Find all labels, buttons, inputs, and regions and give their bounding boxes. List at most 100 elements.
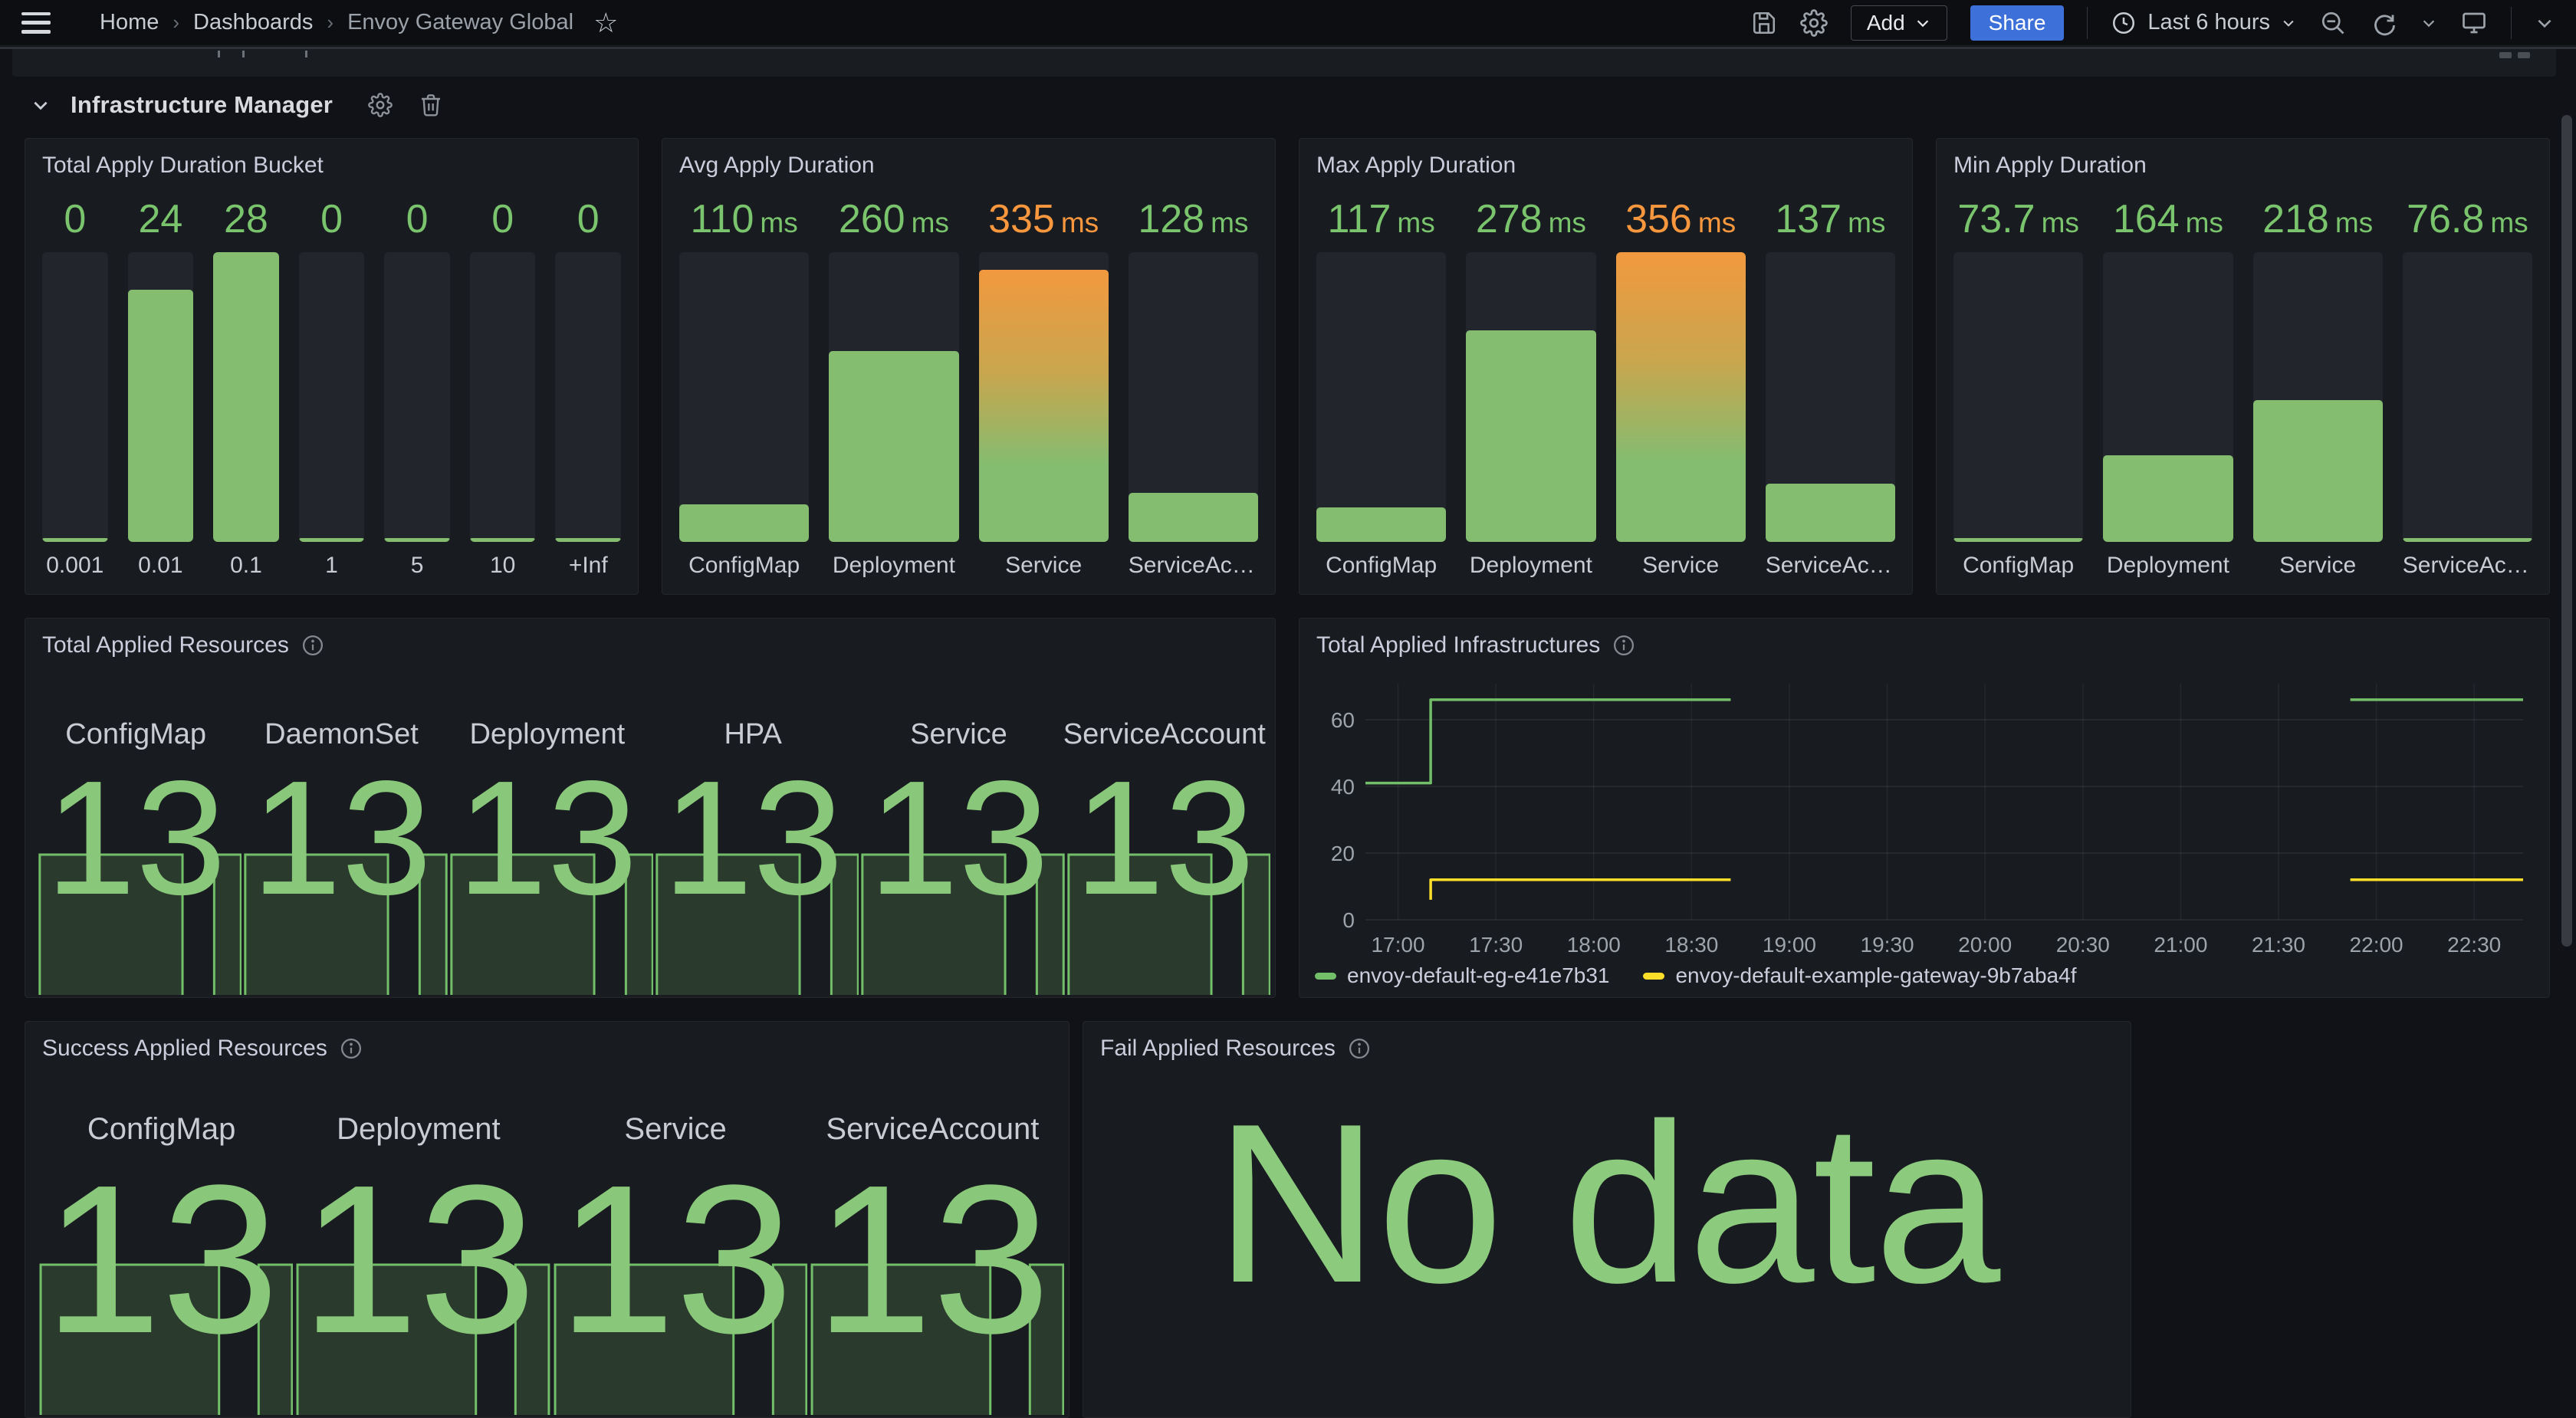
resize-handle[interactable] (2499, 52, 2512, 58)
breadcrumb-separator: › (327, 11, 334, 34)
time-range-picker[interactable]: Last 6 hours (2111, 10, 2296, 36)
x-tick-label: 17:30 (1469, 933, 1523, 957)
bar-label: Deployment (829, 553, 958, 583)
row-settings-gear-icon[interactable] (368, 93, 393, 117)
panel-avg-apply-duration[interactable]: Avg Apply Duration110msConfigMap260msDep… (662, 138, 1276, 595)
series-line (1365, 700, 1730, 783)
bar-fill (42, 538, 108, 542)
stat-cell-deployment[interactable]: Deployment13 (290, 1068, 547, 1417)
stat-cell-configmap[interactable]: ConfigMap13 (33, 1068, 290, 1417)
resize-handle[interactable] (2518, 52, 2530, 58)
bar-gauge-column[interactable]: 05 (384, 194, 450, 583)
row-header-infrastructure-manager[interactable]: Infrastructure Manager (31, 86, 443, 124)
bar-gauge-column[interactable]: 0+Inf (555, 194, 621, 583)
panel-total-apply-duration-bucket[interactable]: Total Apply Duration Bucket 00.001 240.01 2… (25, 138, 639, 595)
bar-fill (1616, 252, 1746, 542)
add-button[interactable]: Add (1851, 5, 1947, 41)
stat-cell-daemonset[interactable]: DaemonSet13 (238, 665, 444, 997)
bar-gauge-column[interactable]: 356msService (1616, 194, 1746, 583)
bar-track (1129, 252, 1258, 542)
menu-icon[interactable] (21, 12, 51, 34)
time-series-chart[interactable]: 17:0017:3018:0018:3019:0019:3020:0020:30… (1300, 619, 2549, 997)
dashboard-settings-icon[interactable] (1800, 9, 1828, 37)
bar-gauge-column[interactable]: 00.001 (42, 194, 108, 583)
bar-gauge-column[interactable]: 117msConfigMap (1316, 194, 1446, 583)
bar-gauge-column[interactable]: 128ms ServiceAccount (1129, 194, 1258, 583)
bar-track (2103, 252, 2233, 542)
bar-fill (1129, 493, 1258, 542)
stat-value: 13 (547, 1154, 804, 1365)
bar-gauge-column[interactable]: 260msDeployment (829, 194, 958, 583)
scrollbar-thumb[interactable] (2561, 115, 2572, 947)
bar-fill (299, 538, 365, 542)
star-icon[interactable]: ☆ (593, 9, 618, 37)
bar-gauge-column[interactable]: 240.01 (128, 194, 194, 583)
bar-fill (2253, 400, 2383, 542)
panel-title: Total Apply Duration Bucket (42, 153, 324, 179)
collapse-nav-chevron-icon[interactable] (2535, 13, 2555, 33)
tv-mode-icon[interactable] (2460, 9, 2488, 37)
stat-cell-service[interactable]: Service13 (856, 665, 1061, 997)
stat-cell-service[interactable]: Service13 (547, 1068, 804, 1417)
save-dashboard-icon[interactable] (1751, 10, 1777, 36)
stat-cell-deployment[interactable]: Deployment13 (445, 665, 650, 997)
bar-gauge-column[interactable]: 110msConfigMap (679, 194, 809, 583)
bar-label: ServiceAccount (1129, 553, 1258, 583)
bar-gauge-column[interactable]: 76.8msServiceAccount (2403, 194, 2532, 583)
bar-label: ConfigMap (1316, 553, 1446, 583)
refresh-interval-chevron-icon[interactable] (2420, 15, 2437, 31)
refresh-icon[interactable] (2370, 9, 2397, 37)
info-icon[interactable] (340, 1037, 363, 1060)
bar-label: ConfigMap (1953, 553, 2083, 583)
bar-value: 0 (555, 194, 621, 245)
bar-track (1616, 252, 1746, 542)
stat-cell-configmap[interactable]: ConfigMap13 (33, 665, 238, 997)
bar-value: 278ms (1466, 194, 1595, 245)
panel-fail-applied-resources[interactable]: Fail Applied Resources No data (1083, 1021, 2131, 1418)
share-button[interactable]: Share (1970, 5, 2065, 41)
stat-cell-serviceaccount[interactable]: ServiceAccount13 (1062, 665, 1267, 997)
zoom-out-time-icon[interactable] (2319, 9, 2347, 37)
legend-item[interactable]: envoy-default-eg-e41e7b31 (1315, 963, 1609, 988)
bar-gauge-column[interactable]: 280.1 (213, 194, 279, 583)
panel-max-apply-duration[interactable]: Max Apply Duration117msConfigMap278msDep… (1299, 138, 1913, 595)
bar-gauge: 73.7msConfigMap164msDeployment218msServi… (1953, 194, 2532, 583)
bar-value: 128ms (1129, 194, 1258, 245)
bar-gauge: 00.001 240.01 280.1 0105 010 0+Inf (42, 194, 621, 583)
stat-cell-hpa[interactable]: HPA13 (650, 665, 856, 997)
bar-gauge-column[interactable]: 137msServiceAccount (1766, 194, 1895, 583)
bar-gauge-column[interactable]: 278msDeployment (1466, 194, 1595, 583)
bar-label: 0.01 (128, 553, 194, 583)
bar-track (1953, 252, 2083, 542)
legend-item[interactable]: envoy-default-example-gateway-9b7aba4f (1643, 963, 2076, 988)
axis-tick (218, 51, 220, 57)
bar-gauge-column[interactable]: 010 (470, 194, 536, 583)
bar-track (299, 252, 365, 542)
breadcrumb-item[interactable]: Dashboards (193, 10, 313, 35)
panel-total-applied-resources[interactable]: Total Applied ResourcesConfigMap13Daemon… (25, 618, 1276, 998)
panel-total-applied-infrastructures[interactable]: Total Applied Infrastructures 17:0017:30… (1299, 618, 2550, 998)
bar-gauge-column[interactable]: 218msService (2253, 194, 2383, 583)
bar-gauge-column[interactable]: 73.7msConfigMap (1953, 194, 2083, 583)
breadcrumb-item[interactable]: Home (100, 10, 159, 35)
bar-value: 164ms (2103, 194, 2233, 245)
bar-value: 76.8ms (2403, 194, 2532, 245)
stat-cell-serviceaccount[interactable]: ServiceAccount13 (804, 1068, 1061, 1417)
y-tick-label: 20 (1331, 842, 1355, 865)
breadcrumb-item[interactable]: Envoy Gateway Global (347, 10, 573, 35)
info-icon[interactable] (301, 634, 324, 657)
stat-value: 13 (856, 757, 1061, 919)
info-icon[interactable] (1348, 1037, 1371, 1060)
panel-min-apply-duration[interactable]: Min Apply Duration73.7msConfigMap164msDe… (1936, 138, 2550, 595)
bar-track (555, 252, 621, 542)
bar-value: 356ms (1616, 194, 1746, 245)
bar-gauge-column[interactable]: 335msService (979, 194, 1109, 583)
bar-value: 0 (470, 194, 536, 245)
bar-gauge-column[interactable]: 164msDeployment (2103, 194, 2233, 583)
legend-color-pill (1643, 973, 1664, 980)
panel-success-applied-resources[interactable]: Success Applied ResourcesConfigMap13Depl… (25, 1021, 1070, 1418)
bar-track (384, 252, 450, 542)
bar-track (1766, 252, 1895, 542)
bar-gauge-column[interactable]: 01 (299, 194, 365, 583)
row-delete-trash-icon[interactable] (419, 93, 443, 117)
